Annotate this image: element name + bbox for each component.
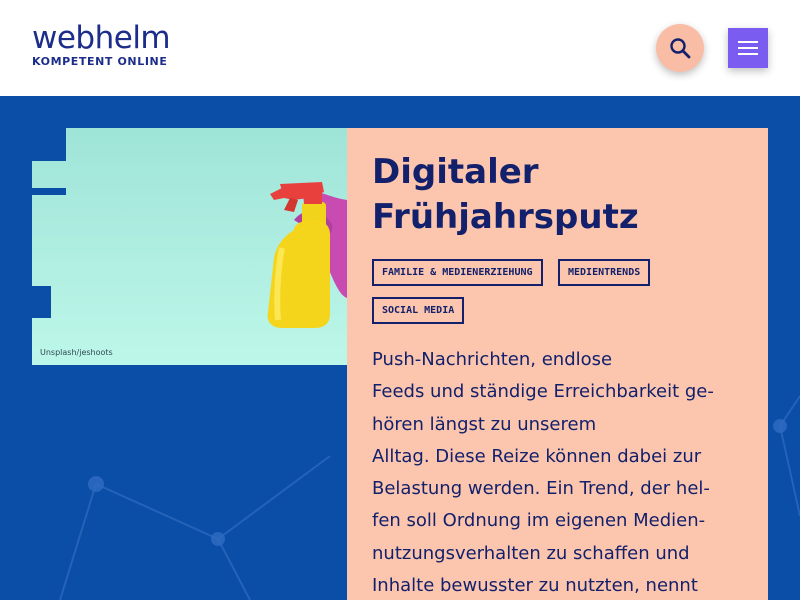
tag-social-media[interactable]: SOCIAL MEDIA [372, 297, 465, 324]
article-card: Digitaler Frühjahrsputz FAMILIE & MEDIEN… [347, 128, 768, 600]
menu-button[interactable] [728, 28, 768, 68]
teaser-line: hören längst zu unserem [372, 413, 597, 435]
teaser-line: fen soll Ordnung im eigenen Medien- [372, 510, 706, 532]
image-credit: Unsplash/jeshoots [40, 348, 113, 357]
spray-bottle-image [267, 182, 347, 328]
search-icon [670, 38, 691, 59]
teaser-line: nutzungsverhalten zu schaffen und [372, 542, 690, 564]
hamburger-menu-icon-bar [738, 47, 758, 49]
tag-familie-medienerziehung[interactable]: FAMILIE & MEDIENERZIEHUNG [372, 259, 543, 286]
article-image[interactable]: Unsplash/jeshoots [32, 128, 347, 365]
logo-link[interactable]: webhelm KOMPETENT ONLINE [32, 22, 177, 69]
logo-wordmark: webhelm [32, 20, 171, 56]
hamburger-menu-icon [738, 41, 758, 43]
hero-section: Unsplash/jeshoots Digitaler Frühjahrsput… [0, 96, 800, 600]
teaser-line: Belastung werden. Ein Trend, der hel- [372, 478, 710, 500]
search-button[interactable] [656, 24, 704, 72]
hamburger-menu-icon-bar [738, 53, 758, 55]
tag-medientrends[interactable]: MEDIENTRENDS [558, 259, 651, 286]
logo-tagline: KOMPETENT ONLINE [32, 55, 168, 68]
teaser-line: Alltag. Diese Reize können dabei zur [372, 445, 702, 467]
article-title[interactable]: Digitaler Frühjahrsputz [372, 150, 752, 240]
teaser-line: Push-Nachrichten, endlose [372, 349, 613, 370]
article-teaser: Push-Nachrichten, endlose Feeds und stän… [372, 344, 757, 600]
teaser-line: Feeds und ständige Erreichbarkeit ge- [372, 381, 714, 403]
site-header: webhelm KOMPETENT ONLINE [0, 0, 800, 96]
article-title-line-1: Digitaler [372, 152, 539, 192]
article-title-line-2: Frühjahrsputz [372, 197, 639, 237]
teaser-line: Inhalte bewusster zu nutzten, nennt [372, 575, 698, 597]
